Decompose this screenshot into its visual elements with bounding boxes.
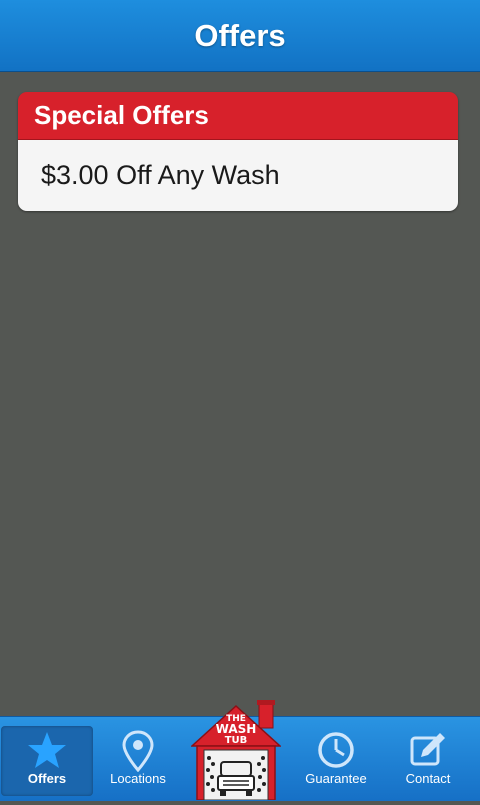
edit-icon xyxy=(410,733,445,766)
tab-locations-label: Locations xyxy=(110,771,166,786)
tab-locations[interactable]: Locations xyxy=(92,726,184,796)
tab-contact-label: Contact xyxy=(405,771,451,786)
svg-text:TUB: TUB xyxy=(225,735,248,746)
tab-contact[interactable]: Contact xyxy=(382,726,474,796)
svg-text:WASH: WASH xyxy=(216,722,257,736)
tab-offers[interactable]: Offers xyxy=(1,726,93,796)
card-header: Special Offers xyxy=(18,92,458,140)
top-bar: Offers xyxy=(0,0,480,72)
map-pin-icon xyxy=(122,730,154,772)
page-title: Offers xyxy=(194,17,286,53)
clock-icon xyxy=(318,732,354,768)
tab-offers-label: Offers xyxy=(27,771,67,786)
card-title: Special Offers xyxy=(34,100,209,130)
special-offers-card: Special Offers $3.00 Off Any Wash xyxy=(18,92,458,211)
star-icon xyxy=(28,732,66,768)
wash-tub-logo-image: THE WASH TUB xyxy=(190,700,282,801)
offer-item-text: $3.00 Off Any Wash xyxy=(41,160,280,190)
tab-guarantee[interactable]: Guarantee xyxy=(290,726,382,796)
offer-item[interactable]: $3.00 Off Any Wash xyxy=(18,140,458,211)
wash-tub-logo[interactable]: THE WASH TUB xyxy=(190,700,282,801)
tab-guarantee-label: Guarantee xyxy=(305,771,367,786)
